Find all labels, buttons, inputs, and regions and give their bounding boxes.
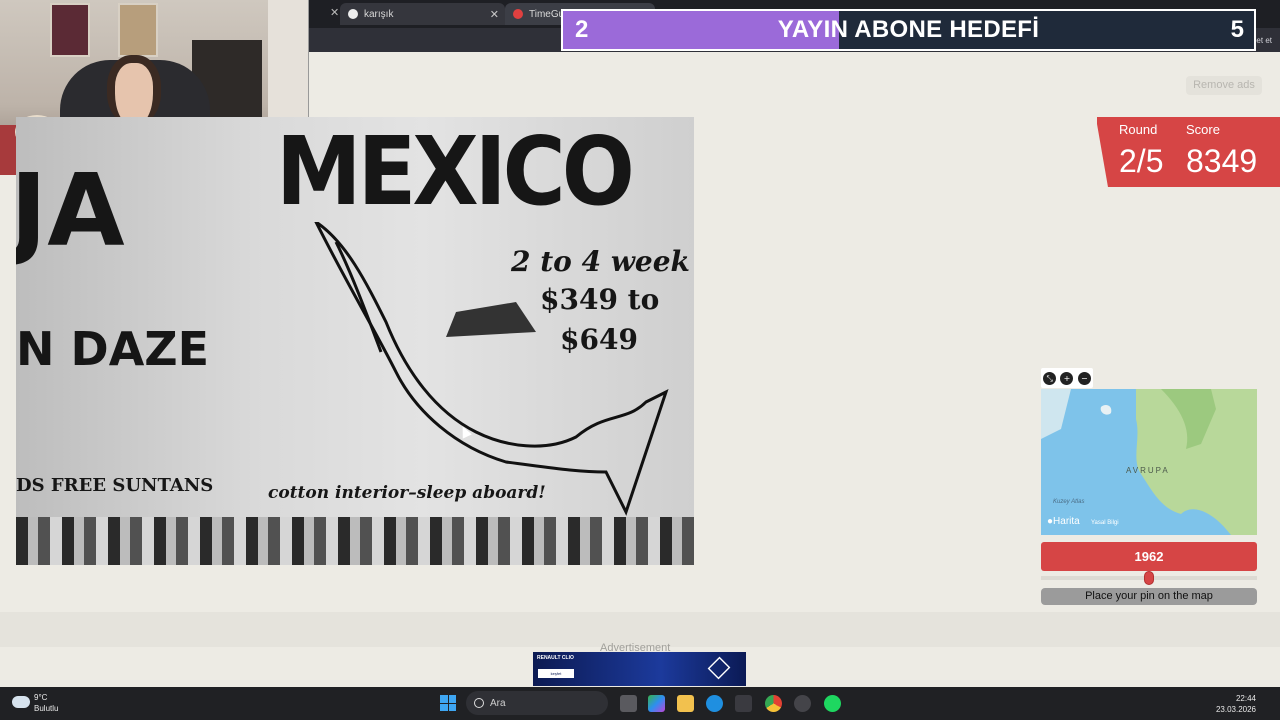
photo-suntans-text: DS FREE SUNTANS [16, 475, 214, 496]
score-panel: Round Score 2/5 8349 [1097, 117, 1280, 187]
task-view-icon[interactable] [620, 695, 637, 712]
photo-headline-left: JA [16, 152, 125, 269]
wall-poster [50, 3, 90, 57]
year-display: 1962 [1041, 542, 1257, 571]
year-slider-thumb[interactable] [1144, 571, 1154, 585]
photo-headline-mexico: MEXICO [276, 117, 635, 227]
photo-daze-text: N DAZE [16, 322, 210, 376]
map-continent-label: AVRUPA [1126, 466, 1170, 475]
photo-price-low: $349 to [540, 283, 660, 316]
map-controls: ⤡ + − [1041, 368, 1093, 388]
map-attribution-text: Harita [1053, 516, 1080, 527]
wall-poster [118, 3, 158, 57]
photo-duration-text: 2 to 4 week [511, 245, 690, 278]
game-photo: MEXICO JA 2 to 4 week $349 to $649 N DAZ… [16, 117, 694, 565]
brand-logo-icon [707, 656, 731, 680]
ad-cta-button[interactable]: keşfet [538, 669, 574, 678]
taskbar: 9°C Bulutlu Ara 22:44 23.03.2026 [0, 687, 1280, 720]
taskbar-search[interactable]: Ara [466, 691, 608, 715]
map-legal-link[interactable]: Yasal Bilgi [1091, 520, 1119, 526]
clock-time[interactable]: 22:44 [1236, 694, 1256, 703]
clock-date[interactable]: 23.03.2026 [1216, 705, 1256, 714]
tab-favicon-icon [513, 9, 523, 19]
ad-brand: RENAULT CLIO [537, 655, 574, 661]
score-label: Score [1186, 122, 1220, 137]
subscribe-goal-banner: 2 YAYIN ABONE HEDEFİ 5 [561, 9, 1256, 51]
map-zoom-out-icon[interactable]: − [1077, 371, 1091, 385]
spotify-icon[interactable] [824, 695, 841, 712]
streamer-head [107, 55, 161, 125]
weather-description[interactable]: Bulutlu [34, 704, 58, 713]
map-attribution: ●Harita [1047, 516, 1080, 527]
copilot-icon[interactable] [648, 695, 665, 712]
windows-start-icon[interactable] [440, 695, 456, 711]
round-value: 2/5 [1119, 143, 1164, 179]
map-zoom-in-icon[interactable]: + [1060, 371, 1074, 385]
tab-label: karışık [364, 8, 394, 20]
guess-map[interactable]: AVRUPA Kuzey Atlas ●Harita Yasal Bilgi [1041, 389, 1257, 535]
search-placeholder: Ara [490, 697, 506, 709]
cloud-icon[interactable] [12, 696, 30, 708]
tab-favicon-icon [348, 9, 358, 19]
round-label: Round [1119, 122, 1158, 137]
photo-price-high: $649 [560, 323, 638, 356]
remove-ads-button[interactable]: Remove ads [1186, 76, 1262, 95]
tab-karisik[interactable]: karışık ✕ [340, 3, 505, 25]
chrome-icon[interactable] [765, 695, 782, 712]
advertisement-banner[interactable]: RENAULT CLIO keşfet [533, 652, 746, 686]
file-explorer-icon[interactable] [677, 695, 694, 712]
subscribe-goal-title: YAYIN ABONE HEDEFİ [777, 16, 1040, 43]
store-icon[interactable] [735, 695, 752, 712]
subscribe-goal-target: 5 [1230, 16, 1244, 43]
photo-cotton-text: cotton interior–sleep aboard! [268, 483, 546, 503]
search-icon [474, 698, 484, 708]
map-ocean-label: Kuzey Atlas [1053, 499, 1085, 505]
map-expand-icon[interactable]: ⤡ [1043, 371, 1057, 385]
map-landmass [1041, 389, 1257, 535]
year-slider[interactable] [1041, 571, 1257, 585]
place-pin-button[interactable]: Place your pin on the map [1041, 588, 1257, 605]
first-tab-close-icon[interactable]: ✕ [330, 6, 339, 19]
weather-temperature[interactable]: 9°C [34, 693, 47, 702]
app-icon[interactable] [794, 695, 811, 712]
score-value: 8349 [1186, 143, 1258, 179]
edge-browser-icon[interactable] [706, 695, 723, 712]
tab-close-icon[interactable]: ✕ [490, 8, 499, 21]
photo-bottom-strip [16, 517, 694, 565]
